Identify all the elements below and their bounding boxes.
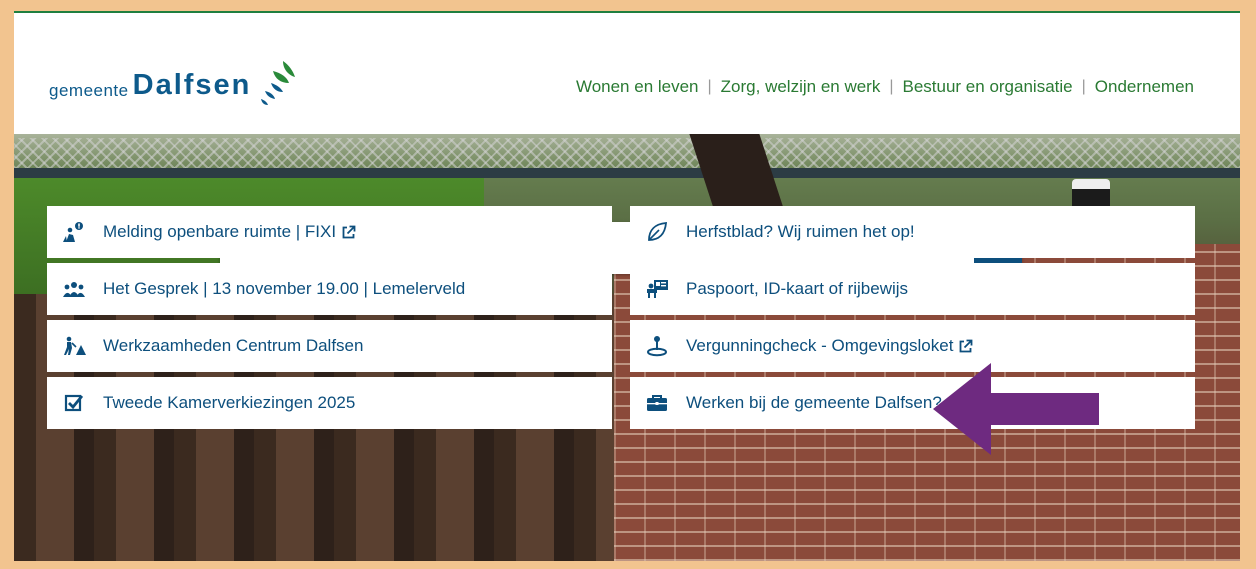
logo-leaf-icon <box>261 61 296 105</box>
tile-werkzaamheden-centrum[interactable]: Werkzaamheden Centrum Dalfsen <box>47 320 612 372</box>
group-icon <box>61 278 87 300</box>
tile-label: Het Gesprek | 13 november 19.00 | Lemele… <box>103 279 466 298</box>
nav-item-wonen[interactable]: Wonen en leven <box>576 77 699 97</box>
worker-report-icon <box>61 221 87 243</box>
tile-label: Vergunningcheck - Omgevingsloket <box>686 336 954 355</box>
tile-tweede-kamerverkiezingen[interactable]: Tweede Kamerverkiezingen 2025 <box>47 377 612 429</box>
location-pin-icon <box>644 335 670 357</box>
tile-melding-openbare-ruimte[interactable]: Melding openbare ruimte | FIXI <box>47 206 612 258</box>
tile-label: Melding openbare ruimte | FIXI <box>103 222 337 241</box>
nav-item-ondernemen[interactable]: Ondernemen <box>1095 77 1194 97</box>
tile-paspoort-id[interactable]: Paspoort, ID-kaart of rijbewijs <box>630 263 1195 315</box>
tile-werken-bij[interactable]: Werken bij de gemeente Dalfsen? <box>630 377 1195 429</box>
logo-text-big: Dalfsen <box>132 69 252 101</box>
leaf-icon <box>644 221 670 243</box>
nav-item-zorg[interactable]: Zorg, welzijn en werk <box>721 77 881 97</box>
id-card-icon <box>644 278 670 300</box>
logo-text-small: gemeente <box>49 81 129 100</box>
site-logo[interactable]: gemeente Dalfsen <box>49 57 297 105</box>
road-work-icon <box>61 335 87 357</box>
tile-label: Tweede Kamerverkiezingen 2025 <box>103 393 356 412</box>
tile-het-gesprek[interactable]: Het Gesprek | 13 november 19.00 | Lemele… <box>47 263 612 315</box>
nav-separator: | <box>1081 78 1086 95</box>
tile-label: Herfstblad? Wij ruimen het op! <box>686 222 915 241</box>
hero-background-fence <box>14 138 1240 168</box>
annotation-arrow <box>933 363 1099 455</box>
nav-separator: | <box>889 78 894 95</box>
briefcase-icon <box>644 392 670 414</box>
nav-separator: | <box>707 78 712 95</box>
external-link-icon <box>341 225 356 240</box>
main-nav: Wonen en leven | Zorg, welzijn en werk |… <box>576 77 1194 97</box>
tile-label: Werken bij de gemeente Dalfsen? <box>686 393 942 412</box>
tile-label: Paspoort, ID-kaart of rijbewijs <box>686 279 909 298</box>
tile-vergunningcheck[interactable]: Vergunningcheck - Omgevingsloket <box>630 320 1195 372</box>
page: gemeente Dalfsen Wonen en leven | Zorg, … <box>14 11 1240 561</box>
hero-background-rail <box>14 168 1240 178</box>
nav-item-bestuur[interactable]: Bestuur en organisatie <box>903 77 1073 97</box>
tile-herfstblad[interactable]: Herfstblad? Wij ruimen het op! <box>630 206 1195 258</box>
site-header: gemeente Dalfsen Wonen en leven | Zorg, … <box>14 13 1240 134</box>
tile-label: Werkzaamheden Centrum Dalfsen <box>103 336 364 355</box>
checkbox-icon <box>61 392 87 414</box>
external-link-icon <box>958 339 973 354</box>
